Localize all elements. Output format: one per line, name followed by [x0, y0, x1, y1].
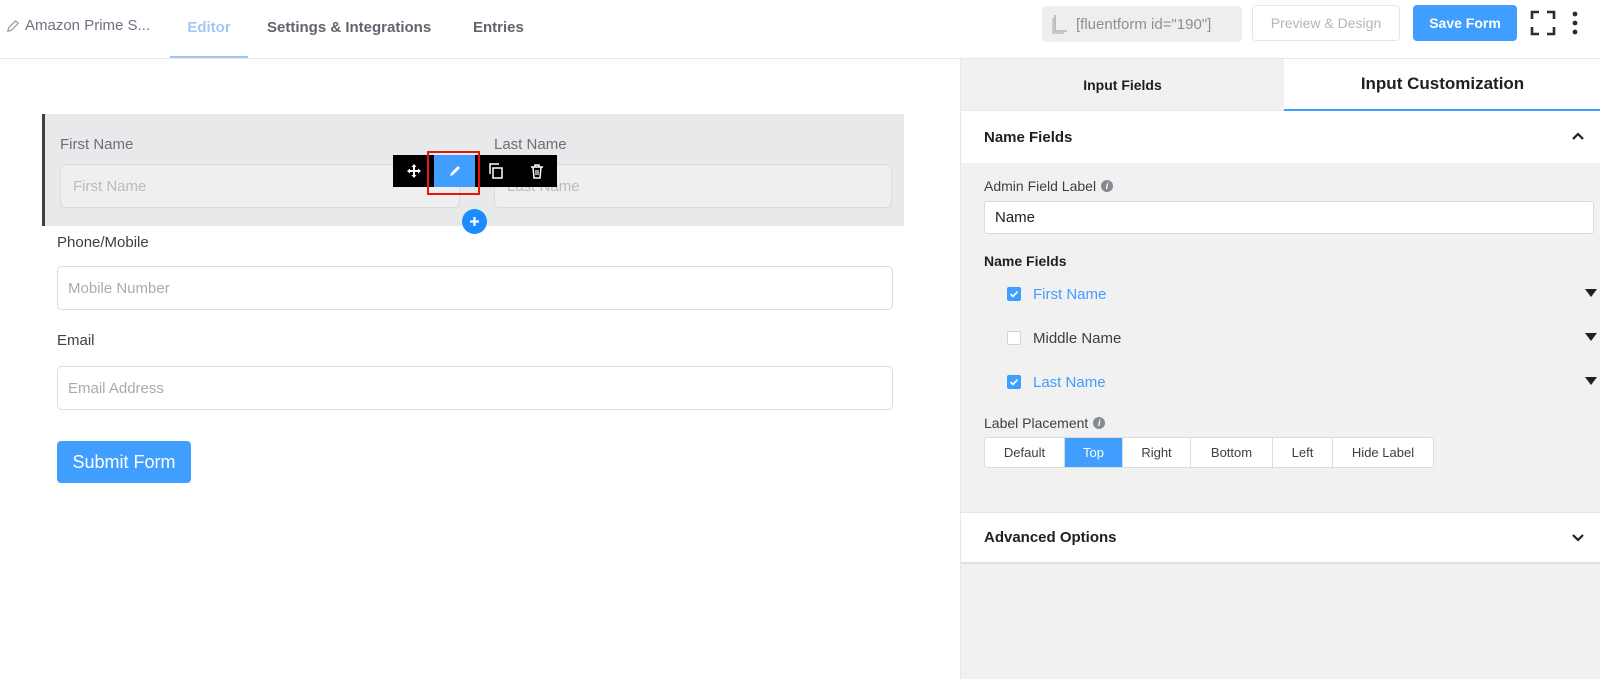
phone-label: Phone/Mobile: [57, 234, 149, 251]
settings-panel: Input Fields Input Customization Name Fi…: [960, 59, 1600, 679]
copy-icon: [1052, 15, 1067, 34]
first-name-option-label: First Name: [1033, 285, 1107, 303]
tab-editor[interactable]: Editor: [170, 0, 248, 58]
pencil-icon: [7, 19, 19, 32]
move-icon: [406, 164, 421, 178]
form-title[interactable]: Amazon Prime S...: [6, 17, 150, 34]
top-bar: Amazon Prime S... Editor Settings & Inte…: [0, 0, 1600, 59]
save-form-button[interactable]: Save Form: [1413, 5, 1517, 41]
placement-bottom[interactable]: Bottom: [1191, 438, 1273, 467]
duplicate-button[interactable]: [475, 155, 516, 187]
chevron-up-icon: [1572, 132, 1584, 140]
middle-name-option-label: Middle Name: [1033, 329, 1122, 347]
form-title-text: Amazon Prime S...: [25, 17, 151, 34]
label-placement-label: Label Placement i: [984, 415, 1106, 431]
add-field-button[interactable]: [462, 209, 487, 234]
last-name-option-label: Last Name: [1033, 373, 1106, 391]
name-field-option-first[interactable]: First Name: [1007, 281, 1597, 307]
admin-field-label-input[interactable]: Name: [984, 201, 1594, 234]
caret-down-icon[interactable]: [1585, 377, 1597, 385]
duplicate-icon: [488, 163, 503, 179]
first-name-label: First Name: [60, 136, 134, 153]
check-icon: [1009, 290, 1019, 298]
delete-button[interactable]: [516, 155, 557, 187]
last-name-label: Last Name: [494, 136, 567, 153]
label-placement-text: Label Placement: [984, 415, 1089, 431]
middle-name-checkbox[interactable]: [1007, 331, 1021, 345]
email-label: Email: [57, 332, 95, 349]
name-fields-heading: Name Fields: [984, 253, 1067, 269]
more-vertical-icon[interactable]: [1572, 10, 1578, 36]
name-field-option-last[interactable]: Last Name: [1007, 369, 1597, 395]
tab-entries[interactable]: Entries: [473, 0, 524, 58]
edit-button-highlight: [427, 151, 480, 195]
caret-down-icon[interactable]: [1585, 333, 1597, 341]
form-editor-canvas: First Name First Name Last Name Last Nam…: [0, 59, 960, 679]
email-input[interactable]: Email Address: [57, 366, 893, 410]
first-name-checkbox[interactable]: [1007, 287, 1021, 301]
preview-design-button[interactable]: Preview & Design: [1252, 5, 1400, 41]
label-placement-segmented: Default Top Right Bottom Left Hide Label: [984, 437, 1434, 468]
trash-icon: [530, 164, 543, 179]
admin-field-label-text: Admin Field Label: [984, 178, 1097, 194]
fullscreen-icon[interactable]: [1530, 10, 1556, 36]
tab-settings-integrations[interactable]: Settings & Integrations: [267, 0, 431, 58]
plus-icon: [470, 217, 479, 226]
name-field-option-middle[interactable]: Middle Name: [1007, 325, 1597, 351]
caret-down-icon[interactable]: [1585, 289, 1597, 297]
admin-field-label: Admin Field Label i: [984, 178, 1114, 194]
shortcode-copy[interactable]: [fluentform id="190"]: [1042, 6, 1242, 42]
advanced-options-header[interactable]: Advanced Options: [961, 512, 1600, 564]
placement-right[interactable]: Right: [1123, 438, 1191, 467]
placement-hide-label[interactable]: Hide Label: [1333, 438, 1433, 467]
section-title: Name Fields: [984, 128, 1073, 146]
submit-form-button[interactable]: Submit Form: [57, 441, 191, 483]
tab-input-fields[interactable]: Input Fields: [961, 59, 1284, 111]
placement-left[interactable]: Left: [1273, 438, 1333, 467]
name-fields-section-header[interactable]: Name Fields: [961, 111, 1600, 163]
advanced-options-title: Advanced Options: [984, 529, 1117, 546]
chevron-down-icon: [1572, 534, 1584, 542]
tab-input-customization[interactable]: Input Customization: [1284, 59, 1600, 111]
info-icon[interactable]: i: [1101, 180, 1114, 192]
placement-top[interactable]: Top: [1065, 438, 1123, 467]
check-icon: [1009, 378, 1019, 386]
phone-input[interactable]: Mobile Number: [57, 266, 893, 310]
shortcode-text: [fluentform id="190"]: [1076, 15, 1212, 33]
info-icon[interactable]: i: [1093, 417, 1106, 429]
placement-default[interactable]: Default: [985, 438, 1065, 467]
last-name-checkbox[interactable]: [1007, 375, 1021, 389]
